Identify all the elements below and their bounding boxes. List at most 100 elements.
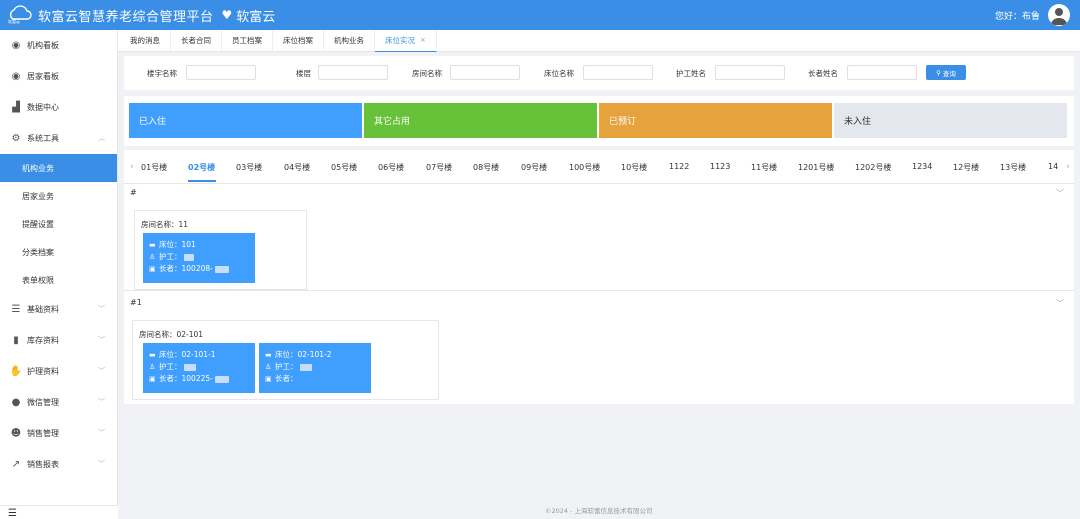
room-input[interactable] — [450, 65, 520, 80]
query-label: 查询 — [942, 69, 956, 78]
building-tab-active[interactable]: 02号楼 — [188, 162, 215, 173]
building-tab[interactable]: 100号楼 — [569, 162, 600, 173]
hamburger-menu-icon[interactable]: ☰ — [8, 508, 17, 519]
bed-input[interactable] — [583, 65, 653, 80]
nurse-label: 护工姓名 — [676, 69, 706, 78]
chevron-down-icon[interactable]: ﹀ — [1056, 188, 1064, 199]
bed-status-content: # ﹀ 房间名称：11 ▬ 床位：101 ♙ 护工： ▣ 长者：100208- #1 … — [124, 184, 1074, 404]
bed-number: 床位：02-101-1 — [159, 350, 216, 359]
sidebar-item-wechat[interactable]: ● 微信管理 ﹀ — [0, 387, 117, 418]
building-tab[interactable]: 05号楼 — [331, 162, 357, 173]
chevron-down-icon: ﹀ — [98, 429, 105, 437]
tab-label: 床位实况 — [385, 35, 415, 45]
logo-text: 软富云 — [8, 19, 20, 24]
building-tab[interactable]: 1202号楼 — [855, 162, 891, 173]
gear-icon: ⚙ — [11, 133, 21, 144]
close-icon[interactable]: × — [420, 36, 426, 44]
bed-icon: ▬ — [149, 351, 156, 359]
building-tab[interactable]: 04号楼 — [284, 162, 310, 173]
sidebar-item-sales[interactable]: ☻ 销售管理 ﹀ — [0, 418, 117, 449]
sidebar-item-system-tools[interactable]: ⚙ 系统工具 ︿ — [0, 123, 117, 154]
elder-name: 长者：100208- — [159, 264, 213, 273]
sidebar-subitem-reminder-settings[interactable]: 提醒设置 — [0, 210, 117, 238]
sidebar-item-data-center[interactable]: ▟ 数据中心 — [0, 92, 117, 123]
building-tab[interactable]: 01号楼 — [141, 162, 167, 173]
building-tab[interactable]: 1122 — [669, 162, 689, 171]
sidebar-subitem-home-business[interactable]: 居家业务 — [0, 182, 117, 210]
blurred-text — [299, 363, 312, 371]
status-legend: 已入住 其它占用 已预订 未入住 — [124, 96, 1074, 146]
chevron-up-icon: ︿ — [98, 134, 105, 142]
room-card: 房间名称：02-101 ▬ 床位：02-101-1 ♙ 护工： ▣ 长者：100225… — [132, 320, 439, 400]
building-input[interactable] — [186, 65, 256, 80]
building-tab[interactable]: 14 — [1048, 162, 1058, 171]
blurred-text — [214, 265, 229, 273]
bed-card[interactable]: ▬ 床位：02-101-2 ♙ 护工： ▣ 长者： — [259, 343, 371, 393]
user-greeting[interactable]: 您好：布鲁 — [995, 9, 1040, 22]
building-tab[interactable]: 07号楼 — [426, 162, 452, 173]
tab-my-messages[interactable]: 我的消息 — [120, 29, 171, 52]
floor-input[interactable] — [318, 65, 388, 80]
dashboard-icon: ◉ — [11, 71, 21, 82]
filter-bar: 楼宇名称 楼层 房间名称 床位名称 护工姓名 长者姓名 ⚲ 查询 — [124, 56, 1074, 90]
bed-card[interactable]: ▬ 床位：101 ♙ 护工： ▣ 长者：100208- — [143, 233, 255, 283]
building-tab[interactable]: 12号楼 — [953, 162, 979, 173]
sidebar-item-sales-report[interactable]: ↗ 销售报表 ﹀ — [0, 449, 117, 480]
elder-name: 长者： — [275, 374, 298, 383]
bed-icon: ▬ — [265, 351, 272, 359]
building-tab[interactable]: 1201号楼 — [798, 162, 834, 173]
sidebar-item-nursing[interactable]: ✋ 护理资料 ﹀ — [0, 356, 117, 387]
building-tab[interactable]: 1123 — [710, 162, 730, 171]
building-tab[interactable]: 1234 — [912, 162, 932, 171]
nurse-input[interactable] — [715, 65, 785, 80]
sidebar-item-label: 数据中心 — [27, 103, 59, 112]
section-title: # — [130, 188, 137, 197]
sidebar-item-basic-data[interactable]: ☰ 基础资料 ﹀ — [0, 294, 117, 325]
nurse-name: 护工： — [159, 252, 182, 261]
bed-number: 床位：02-101-2 — [275, 350, 332, 359]
sidebar-item-label: 居家看板 — [27, 72, 59, 81]
sidebar-subitem-category-archive[interactable]: 分类档案 — [0, 238, 117, 266]
sidebar-item-label: 系统工具 — [27, 134, 59, 143]
tab-bed-status[interactable]: 床位实况 × — [375, 29, 437, 52]
building-tab[interactable]: 09号楼 — [521, 162, 547, 173]
bookmark-icon: ▮ — [13, 335, 19, 346]
chevron-left-icon[interactable]: ‹ — [130, 162, 134, 172]
bed-label: 床位名称 — [544, 69, 574, 78]
sidebar-item-inventory[interactable]: ▮ 库存资料 ﹀ — [0, 325, 117, 356]
sidebar-item-home-dashboard[interactable]: ◉ 居家看板 — [0, 61, 117, 92]
section-divider — [124, 290, 1074, 291]
bed-card[interactable]: ▬ 床位：02-101-1 ♙ 护工： ▣ 长者：100225- — [143, 343, 255, 393]
tab-bed-archive[interactable]: 床位档案 — [273, 29, 324, 52]
sidebar-item-label: 微信管理 — [27, 398, 59, 407]
sidebar-item-org-dashboard[interactable]: ◉ 机构看板 — [0, 30, 117, 61]
sidebar-item-label: 库存资料 — [27, 336, 59, 345]
elder-input[interactable] — [847, 65, 917, 80]
wechat-icon: ● — [11, 397, 21, 408]
sidebar-subitem-form-permissions[interactable]: 表单权限 — [0, 266, 117, 294]
user-avatar-icon[interactable] — [1048, 4, 1070, 26]
room-name: 房间名称：11 — [141, 220, 189, 229]
line-chart-icon: ↗ — [11, 459, 21, 470]
sidebar-subitem-org-business[interactable]: 机构业务 — [0, 154, 117, 182]
tab-org-business[interactable]: 机构业务 — [324, 29, 375, 52]
building-tab[interactable]: 08号楼 — [473, 162, 499, 173]
chart-icon: ▟ — [12, 102, 20, 113]
building-tab[interactable]: 13号楼 — [1000, 162, 1026, 173]
tab-elder-contract[interactable]: 长者合同 — [171, 29, 222, 52]
chevron-down-icon[interactable]: ﹀ — [1056, 298, 1064, 309]
room-card: 房间名称：11 ▬ 床位：101 ♙ 护工： ▣ 长者：100208- — [134, 210, 307, 290]
elder-label: 长者姓名 — [808, 69, 838, 78]
nurse-name: 护工： — [159, 362, 182, 371]
sidebar-item-label: 机构看板 — [27, 41, 59, 50]
building-tab[interactable]: 06号楼 — [378, 162, 404, 173]
copyright-footer: ©2024 - 上海软富信息技术有限公司 — [545, 507, 653, 515]
chevron-down-icon: ﹀ — [98, 398, 105, 406]
sidebar-item-label: 销售报表 — [27, 460, 59, 469]
tab-staff-archive[interactable]: 员工档案 — [222, 29, 273, 52]
chevron-right-icon[interactable]: › — [1066, 162, 1070, 172]
building-tab[interactable]: 03号楼 — [236, 162, 262, 173]
building-tab[interactable]: 10号楼 — [621, 162, 647, 173]
building-tab[interactable]: 11号楼 — [751, 162, 777, 173]
query-button[interactable]: ⚲ 查询 — [926, 65, 966, 80]
